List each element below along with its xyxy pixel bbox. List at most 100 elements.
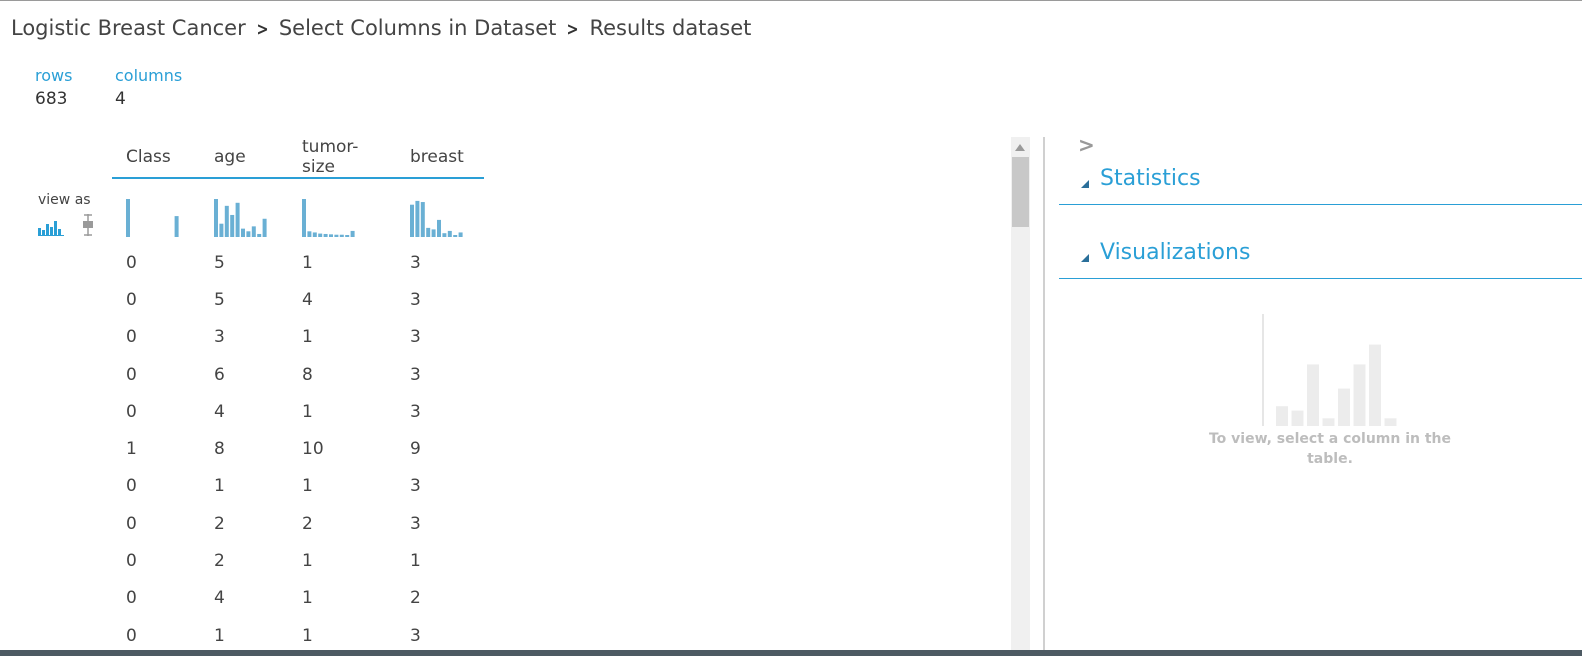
cell-age[interactable]: 2 [200,505,288,542]
histogram-chart[interactable] [126,197,186,237]
cell-class[interactable]: 0 [112,281,200,318]
cell-age[interactable]: 1 [200,617,288,654]
column-histogram-tumor-size[interactable] [288,178,396,244]
cell-breast[interactable]: 3 [396,505,484,542]
cell-class[interactable]: 0 [112,468,200,505]
column-histogram-class[interactable] [112,178,200,244]
cell-breast[interactable]: 3 [396,468,484,505]
cell-tumor-size[interactable]: 1 [288,580,396,617]
expand-triangle-icon[interactable] [1081,254,1089,262]
table-row: 0513 [112,244,484,281]
cell-breast[interactable]: 1 [396,542,484,579]
histogram-icon[interactable] [38,216,64,236]
statistics-title[interactable]: Statistics [1100,166,1201,191]
histogram-bar [174,216,179,237]
histogram-chart[interactable] [410,197,470,237]
visualizations-title[interactable]: Visualizations [1100,240,1250,265]
cell-class[interactable]: 0 [112,244,200,281]
table-scrollbar[interactable] [1011,137,1030,650]
scrollbar-thumb[interactable] [1012,157,1029,227]
breadcrumb-item-experiment[interactable]: Logistic Breast Cancer [11,16,246,40]
histogram-bar [329,234,333,237]
table-row: 0683 [112,356,484,393]
cell-breast[interactable]: 9 [396,430,484,467]
histogram-bar [350,230,355,237]
breadcrumb-item-module[interactable]: Select Columns in Dataset [279,16,557,40]
placeholder-message: To view, select a column in the table. [1208,431,1452,467]
histogram-bar [262,218,267,237]
table-row: 0413 [112,393,484,430]
cell-tumor-size[interactable]: 1 [288,319,396,356]
table-row: 0223 [112,505,484,542]
cell-age[interactable]: 3 [200,319,288,356]
histogram-bar [431,229,436,237]
cell-class[interactable]: 0 [112,356,200,393]
cell-class[interactable]: 0 [112,617,200,654]
chevron-right-icon[interactable]: > [1078,133,1095,157]
column-header-age[interactable]: age [200,137,288,179]
cell-tumor-size[interactable]: 1 [288,244,396,281]
cell-age[interactable]: 4 [200,580,288,617]
cell-class[interactable]: 0 [112,542,200,579]
cell-tumor-size[interactable]: 4 [288,281,396,318]
histogram-bar [302,199,306,237]
histogram-bar [410,204,414,237]
cell-breast[interactable]: 3 [396,319,484,356]
column-header-class[interactable]: Class [112,137,200,179]
statistics-section[interactable]: Statistics [1059,162,1582,205]
cell-tumor-size[interactable]: 8 [288,356,396,393]
histogram-chart[interactable] [302,197,362,237]
cell-breast[interactable]: 3 [396,356,484,393]
scroll-up-arrow-icon[interactable] [1015,144,1025,151]
histogram-bar [334,234,339,237]
histogram-bar [447,230,452,237]
table-row: 0543 [112,281,484,318]
cell-age[interactable]: 1 [200,468,288,505]
cell-tumor-size[interactable]: 2 [288,505,396,542]
cell-class[interactable]: 0 [112,505,200,542]
chevron-right-icon: > [566,19,579,40]
cell-age[interactable]: 5 [200,244,288,281]
histogram-bar [442,233,447,237]
panel-splitter[interactable] [1043,137,1045,650]
cell-age[interactable]: 6 [200,356,288,393]
cell-age[interactable]: 5 [200,281,288,318]
cell-tumor-size[interactable]: 1 [288,393,396,430]
cell-class[interactable]: 1 [112,430,200,467]
cell-tumor-size[interactable]: 1 [288,542,396,579]
cell-breast[interactable]: 3 [396,281,484,318]
table-row: 0113 [112,468,484,505]
cell-tumor-size[interactable]: 1 [288,617,396,654]
cell-class[interactable]: 0 [112,580,200,617]
histogram-bar [307,231,312,237]
breadcrumb: Logistic Breast Cancer > Select Columns in… [11,16,751,40]
column-header-breast[interactable]: breast [396,137,484,179]
placeholder-bar [1307,364,1319,426]
cell-tumor-size[interactable]: 10 [288,430,396,467]
column-histogram-age[interactable] [200,178,288,244]
cell-breast[interactable]: 3 [396,393,484,430]
histogram-bar [458,232,463,237]
cell-age[interactable]: 8 [200,430,288,467]
cell-age[interactable]: 2 [200,542,288,579]
histogram-chart[interactable] [214,197,274,237]
table-row: 0412 [112,580,484,617]
column-histogram-breast[interactable] [396,178,484,244]
histogram-bar [219,223,224,237]
cell-breast[interactable]: 3 [396,244,484,281]
cell-age[interactable]: 4 [200,393,288,430]
placeholder-bar [1338,388,1350,426]
table-row: 0113 [112,617,484,654]
boxplot-icon[interactable] [82,214,94,236]
table-row: 0211 [112,542,484,579]
rows-summary: rows 683 [35,66,72,109]
cell-breast[interactable]: 2 [396,580,484,617]
column-header-tumor-size[interactable]: tumor-size [288,137,396,179]
cell-class[interactable]: 0 [112,393,200,430]
expand-triangle-icon[interactable] [1081,180,1089,188]
cell-breast[interactable]: 3 [396,617,484,654]
cell-class[interactable]: 0 [112,319,200,356]
placeholder-bar [1369,344,1381,426]
visualizations-section[interactable]: Visualizations [1059,236,1582,279]
cell-tumor-size[interactable]: 1 [288,468,396,505]
